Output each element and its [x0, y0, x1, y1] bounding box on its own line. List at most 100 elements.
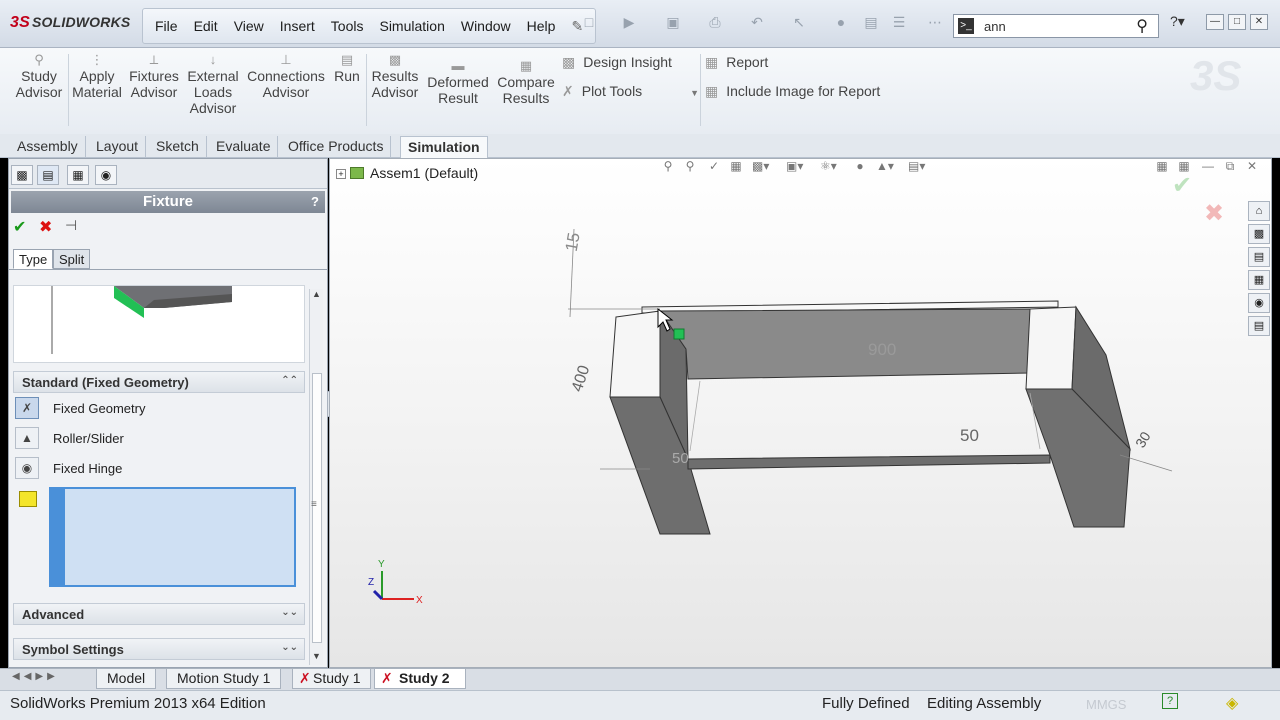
run-button[interactable]: ▤ Run [332, 52, 362, 84]
tab-study-2[interactable]: ✗ Study 2 [374, 669, 466, 689]
roller-slider-option[interactable]: ▲ Roller/Slider [15, 427, 295, 453]
study-icon: ✗ [299, 670, 311, 686]
connections-icon: ⊥ [280, 52, 292, 67]
collapse-chevron-icon[interactable]: ⌃⌃ [281, 375, 298, 386]
tab-assembly[interactable]: Assembly [10, 136, 86, 158]
customize-icon[interactable]: ⋯ [926, 14, 944, 32]
design-insight-button[interactable]: ▩ Design Insight [562, 54, 672, 71]
manager-tabs: ▩ ▤ ▦ ◉ [9, 159, 327, 189]
tab-office-products[interactable]: Office Products [281, 136, 392, 158]
tab-sketch[interactable]: Sketch [149, 136, 207, 158]
menu-simulation[interactable]: Simulation [371, 18, 452, 34]
dimension-depth[interactable]: 400 [569, 363, 593, 394]
report-icon: ▦ [705, 54, 719, 70]
expand-chevron-icon[interactable]: ⌄⌄ [281, 642, 298, 653]
advanced-group[interactable]: Advanced ⌄⌄ [13, 603, 305, 625]
display-manager-icon[interactable]: ◉ [95, 165, 117, 185]
plot-tools-dropdown-icon[interactable]: ▼ [690, 88, 699, 98]
expand-chevron-icon[interactable]: ⌄⌄ [281, 607, 298, 618]
tab-study-1[interactable]: ✗ Study 1 [292, 669, 372, 689]
tab-layout[interactable]: Layout [89, 136, 147, 158]
list-resize-handle-icon[interactable]: ≡ [311, 499, 317, 510]
report-button[interactable]: ▦ Report [705, 54, 768, 71]
help-icon[interactable]: ? [311, 191, 319, 213]
save-icon[interactable]: ▣ [664, 14, 682, 32]
study-advisor-button[interactable]: ⚲ Study Advisor [14, 52, 64, 100]
pushpin-icon[interactable]: ⊣ [65, 217, 77, 234]
undo-icon[interactable]: ↶ [748, 14, 766, 32]
compare-results-button[interactable]: ▦ Compare Results [496, 58, 556, 106]
fixed-geometry-option[interactable]: ✗ Fixed Geometry [15, 397, 295, 423]
file-properties-icon[interactable]: ▤ [862, 14, 880, 32]
feature-manager-icon[interactable]: ▩ [11, 165, 33, 185]
print-icon[interactable]: ⎙ [706, 14, 724, 32]
tab-motion-study-1[interactable]: Motion Study 1 [166, 669, 282, 689]
rebuild-status-icon[interactable]: ◈ [1226, 693, 1238, 713]
menu-file[interactable]: File [147, 18, 186, 34]
search-icon[interactable]: ⚲ [1136, 16, 1148, 36]
dimension-length[interactable]: 900 [868, 340, 896, 359]
command-prompt-icon: >_ [958, 18, 974, 34]
subtab-type[interactable]: Type [13, 249, 54, 269]
scroll-down-icon[interactable]: ▼ [312, 651, 321, 661]
dimension-leg[interactable]: 50 [672, 450, 689, 467]
dimension-height[interactable]: 15 [562, 231, 584, 253]
property-manager-icon[interactable]: ▤ [37, 165, 59, 185]
rebuild-icon[interactable]: ● [832, 14, 850, 32]
graphics-area[interactable]: + Assem1 (Default) ⚲ ⚲ ✓ ▦ ▩▾ ▣▾ ⚛▾ ● ▲▾ … [329, 158, 1272, 668]
property-manager-scrollbar[interactable]: ▲ ▼ [309, 289, 323, 665]
include-image-icon: ▦ [705, 83, 719, 99]
menu-insert[interactable]: Insert [272, 18, 323, 34]
tab-evaluate[interactable]: Evaluate [209, 136, 279, 158]
new-document-icon[interactable]: □ [580, 14, 598, 32]
fixed-hinge-option[interactable]: ◉ Fixed Hinge [15, 457, 295, 483]
definition-status: Fully Defined [822, 695, 910, 712]
ok-check-icon[interactable]: ✔ [13, 217, 26, 237]
quick-tips-icon[interactable]: ? [1162, 693, 1178, 709]
menu-help[interactable]: Help [519, 18, 564, 34]
selected-entities-list[interactable] [49, 487, 296, 587]
open-folder-icon[interactable]: ▶ [620, 14, 638, 32]
run-icon: ▤ [340, 52, 354, 67]
scroll-up-icon[interactable]: ▲ [312, 289, 321, 299]
select-arrow-icon[interactable]: ↖ [790, 14, 808, 32]
options-icon[interactable]: ☰ [890, 14, 908, 32]
results-advisor-button[interactable]: ▩ Results Advisor [370, 52, 420, 100]
connections-advisor-button[interactable]: ⊥ Connections Advisor [246, 52, 326, 100]
search-commands-box[interactable]: >_ ⚲ [953, 14, 1159, 38]
fixtures-advisor-button[interactable]: ⟂ Fixtures Advisor [128, 52, 180, 100]
assembly-model-drawing[interactable]: 900 15 400 50 50 30 Y X Z [330, 159, 1272, 668]
menu-view[interactable]: View [226, 18, 272, 34]
tab-scroll-arrows-icon[interactable]: ◀◀▶▶ [12, 671, 59, 682]
symbol-settings-group[interactable]: Symbol Settings ⌄⌄ [13, 638, 305, 660]
solidworks-logo[interactable]: 3S SOLIDWORKS [10, 14, 130, 38]
standard-fixed-geometry-group[interactable]: Standard (Fixed Geometry) ⌃⌃ [13, 371, 305, 393]
fixed-hinge-icon: ◉ [15, 457, 39, 479]
external-loads-advisor-button[interactable]: ↓ External Loads Advisor [186, 52, 240, 116]
cancel-x-icon[interactable]: ✖ [39, 217, 52, 237]
units-status[interactable]: MMGS [1086, 697, 1126, 712]
divider [9, 269, 327, 270]
tab-model[interactable]: Model [96, 669, 157, 689]
help-icon[interactable]: ?▾ [1170, 13, 1185, 30]
minimize-icon[interactable]: — [1206, 14, 1224, 30]
dimension-thickness[interactable]: 50 [960, 426, 979, 445]
search-input[interactable] [984, 17, 1124, 35]
apply-material-button[interactable]: ⋮ Apply Material [72, 52, 122, 100]
menu-tools[interactable]: Tools [323, 18, 372, 34]
dimension-side[interactable]: 30 [1132, 429, 1154, 451]
editing-mode-status: Editing Assembly [927, 695, 1042, 712]
simulation-ribbon: ⚲ Study Advisor ⋮ Apply Material ⟂ Fixtu… [0, 48, 1280, 134]
deformed-result-button[interactable]: ▬ Deformed Result [426, 58, 490, 106]
close-icon[interactable]: ✕ [1250, 14, 1268, 30]
tab-simulation[interactable]: Simulation [400, 136, 488, 158]
menu-edit[interactable]: Edit [186, 18, 226, 34]
property-manager-header: Fixture ? [11, 191, 325, 213]
maximize-icon[interactable]: □ [1228, 14, 1246, 30]
plot-tools-button[interactable]: ✗ Plot Tools ▼ [562, 83, 699, 100]
include-image-button[interactable]: ▦ Include Image for Report [705, 83, 880, 100]
menu-window[interactable]: Window [453, 18, 519, 34]
subtab-split[interactable]: Split [53, 249, 91, 269]
config-manager-icon[interactable]: ▦ [67, 165, 89, 185]
apply-material-icon: ⋮ [90, 52, 104, 67]
